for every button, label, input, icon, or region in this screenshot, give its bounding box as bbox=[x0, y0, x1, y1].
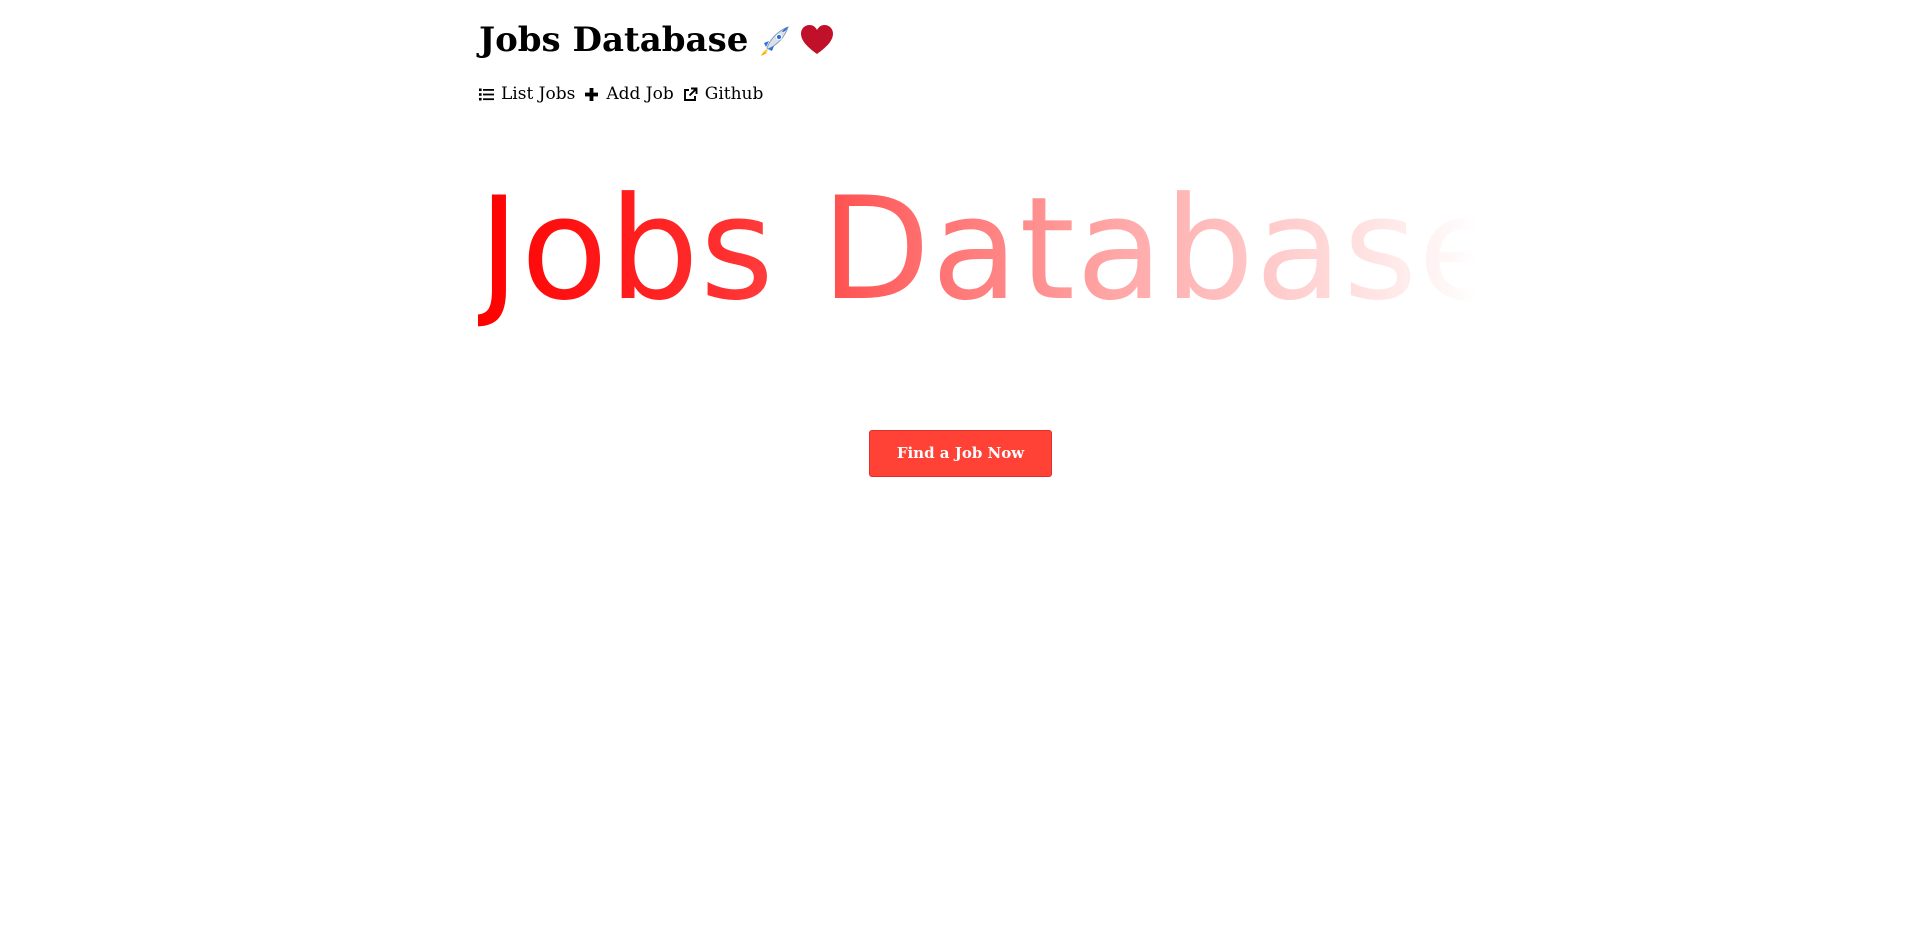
nav-add-job[interactable]: Add Job bbox=[584, 82, 674, 106]
nav-list-jobs-label: List Jobs bbox=[501, 84, 576, 104]
nav-github[interactable]: Github bbox=[683, 82, 764, 106]
list-icon bbox=[479, 87, 494, 102]
external-link-icon bbox=[683, 87, 698, 102]
nav-list-jobs[interactable]: List Jobs bbox=[479, 82, 575, 106]
site-header: Jobs Database List Jobs Add Job Github bbox=[479, 18, 1439, 106]
main-nav: List Jobs Add Job Github bbox=[479, 82, 1439, 106]
nav-add-job-label: Add Job bbox=[606, 84, 674, 104]
plus-icon bbox=[584, 87, 599, 102]
rocket-icon bbox=[758, 23, 792, 57]
find-job-button[interactable]: Find a Job Now bbox=[869, 430, 1052, 477]
heart-icon bbox=[800, 23, 834, 57]
nav-github-label: Github bbox=[704, 84, 764, 104]
hero-title: Jobs Database bbox=[478, 160, 1506, 340]
cta-container: Find a Job Now bbox=[869, 430, 1052, 477]
site-title-text: Jobs Database bbox=[479, 20, 749, 60]
site-title: Jobs Database bbox=[479, 18, 1439, 62]
hero: Jobs Database bbox=[478, 160, 1506, 340]
